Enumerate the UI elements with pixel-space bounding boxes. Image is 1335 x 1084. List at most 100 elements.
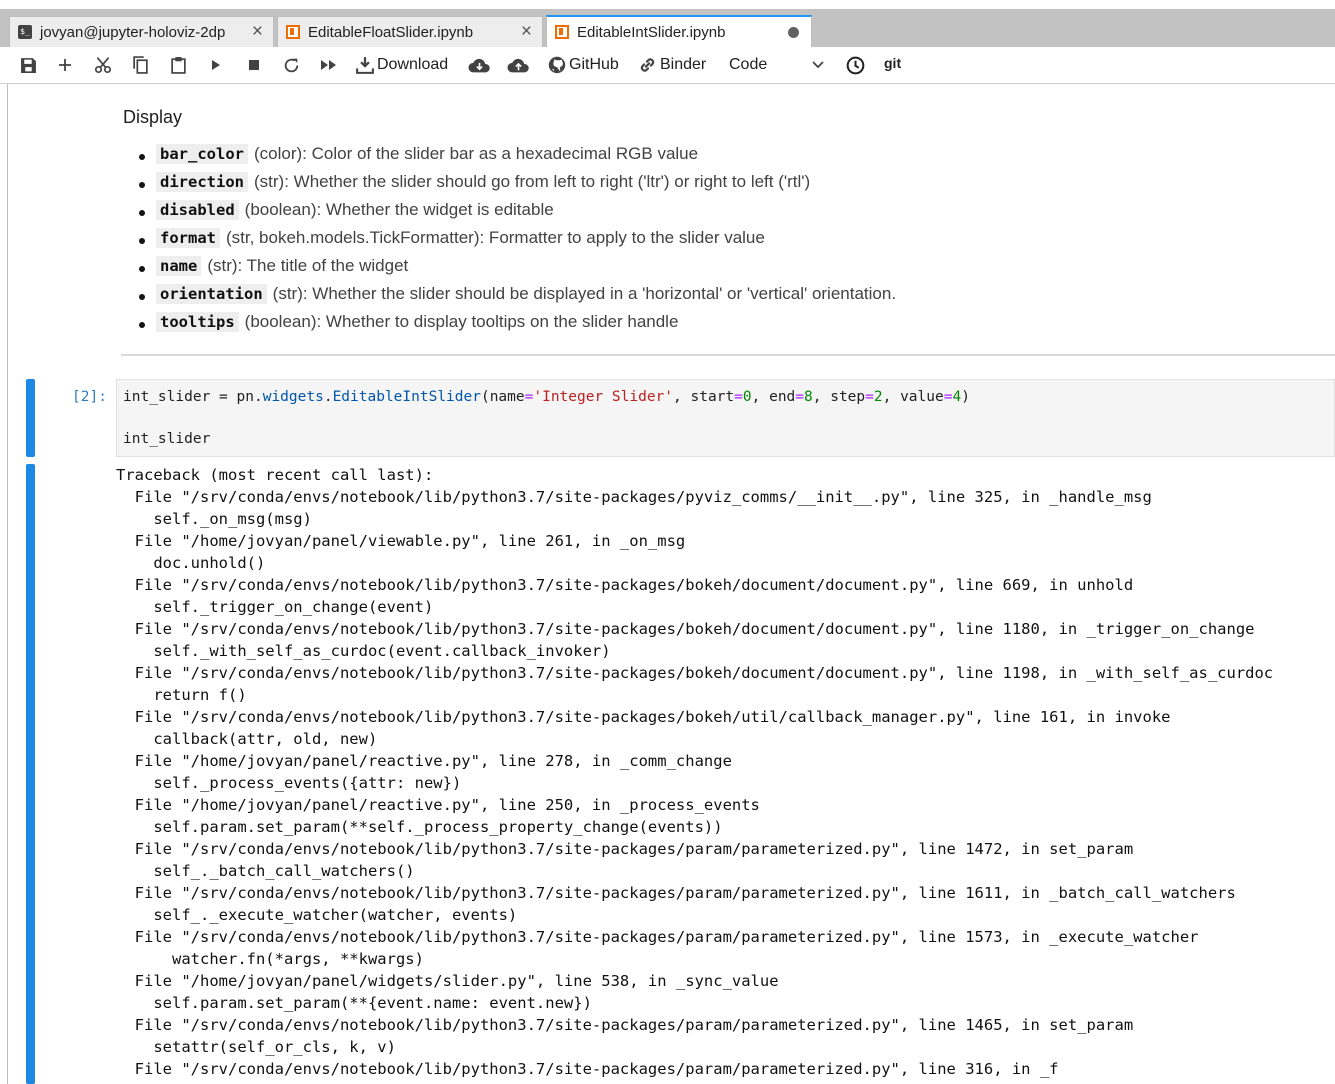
cloud-download-button[interactable]	[468, 54, 491, 76]
paste-button[interactable]	[170, 54, 187, 76]
traceback-line: File "/srv/conda/envs/notebook/lib/pytho…	[116, 1016, 1134, 1034]
tab-label: jovyan@jupyter-holoviz-2dp	[40, 24, 226, 41]
clipboard-icon	[171, 57, 186, 74]
param-description: (color): Color of the slider bar as a he…	[254, 144, 699, 163]
param-description: (boolean): Whether to display tooltips o…	[244, 312, 679, 331]
notebook-toolbar: Download GitHub Binder Code git	[0, 47, 1335, 84]
markdown-parameter-list: bar_color (color): Color of the slider ba…	[137, 144, 896, 340]
traceback-line: File "/home/jovyan/panel/widgets/slider.…	[116, 972, 779, 990]
traceback-line: File "/srv/conda/envs/notebook/lib/pytho…	[116, 664, 1274, 682]
traceback-line: File "/home/jovyan/panel/reactive.py", l…	[116, 752, 732, 770]
markdown-heading: Display	[123, 107, 183, 127]
fast-forward-icon	[321, 60, 336, 70]
terminal-icon: $_	[18, 25, 32, 39]
traceback-line: self._on_msg(msg)	[116, 510, 312, 528]
cloud-upload-button[interactable]	[507, 54, 530, 76]
play-icon	[212, 60, 220, 70]
download-icon	[356, 57, 374, 74]
traceback-line: watcher.fn(*args, **kwargs)	[116, 950, 424, 968]
output-collapser[interactable]	[26, 464, 35, 1084]
tab-editable-int-slider[interactable]: EditableIntSlider.ipynb	[546, 15, 812, 48]
traceback-line: File "/home/jovyan/panel/viewable.py", l…	[116, 532, 686, 550]
tab-label: EditableIntSlider.ipynb	[577, 24, 726, 41]
save-button[interactable]	[20, 54, 37, 76]
git-button[interactable]: git	[884, 54, 901, 76]
param-name: orientation	[156, 284, 267, 304]
list-item: bar_color (color): Color of the slider ba…	[137, 144, 896, 172]
param-name: bar_color	[156, 144, 248, 164]
cut-button[interactable]	[94, 54, 112, 76]
github-label: GitHub	[569, 56, 619, 73]
traceback-line: self._process_events({attr: new})	[116, 774, 462, 792]
run-button[interactable]	[210, 54, 222, 76]
param-description: (boolean): Whether the widget is editabl…	[244, 200, 554, 219]
traceback-line: File "/srv/conda/envs/notebook/lib/pytho…	[116, 1060, 1059, 1078]
tab-bar: $_ jovyan@jupyter-holoviz-2dp × Editable…	[0, 9, 1335, 48]
traceback-line: File "/srv/conda/envs/notebook/lib/pytho…	[116, 708, 1171, 726]
traceback-line: setattr(self_or_cls, k, v)	[116, 1038, 396, 1056]
code-line-2: int_slider	[123, 431, 211, 447]
notebook-icon	[555, 25, 569, 39]
traceback-line: File "/srv/conda/envs/notebook/lib/pytho…	[116, 488, 1152, 506]
copy-icon	[133, 56, 148, 74]
param-name: direction	[156, 172, 248, 192]
traceback-line: self.param.set_param(**{event.name: even…	[116, 994, 592, 1012]
git-label: git	[884, 55, 902, 71]
traceback-line: File "/srv/conda/envs/notebook/lib/pytho…	[116, 620, 1255, 638]
input-prompt: [2]:	[72, 389, 107, 405]
traceback-line: File "/srv/conda/envs/notebook/lib/pytho…	[116, 576, 1134, 594]
traceback-line: return f()	[116, 686, 247, 704]
tab-label: EditableFloatSlider.ipynb	[308, 24, 474, 41]
param-name: name	[156, 256, 202, 276]
unsaved-dot-icon[interactable]	[788, 27, 799, 38]
traceback-line: doc.unhold()	[116, 554, 266, 572]
param-name: tooltips	[156, 312, 239, 332]
traceback-line: self.param.set_param(**self._process_pro…	[116, 818, 723, 836]
github-icon	[548, 56, 566, 74]
param-description: (str): Whether the slider should go from…	[254, 172, 811, 191]
param-description: (str, bokeh.models.TickFormatter): Forma…	[226, 228, 765, 247]
input-collapser[interactable]	[26, 379, 35, 457]
notebook-icon	[286, 25, 300, 39]
cloud-upload-icon	[507, 58, 529, 73]
param-name: format	[156, 228, 220, 248]
binder-label: Binder	[660, 56, 707, 73]
traceback-line: Traceback (most recent call last):	[116, 466, 434, 484]
list-item: name (str): The title of the widget	[137, 256, 896, 284]
traceback-output: Traceback (most recent call last): File …	[116, 464, 1335, 1080]
close-icon[interactable]: ×	[521, 21, 532, 43]
clock-icon	[846, 56, 865, 74]
traceback-line: File "/srv/conda/envs/notebook/lib/pytho…	[116, 928, 1199, 946]
download-button[interactable]: Download	[356, 54, 448, 76]
traceback-line: self_._execute_watcher(watcher, events)	[116, 906, 518, 924]
github-button[interactable]: GitHub	[548, 54, 619, 76]
traceback-line: File "/srv/conda/envs/notebook/lib/pytho…	[116, 884, 1236, 902]
tab-editable-float-slider[interactable]: EditableFloatSlider.ipynb ×	[277, 16, 543, 47]
list-item: tooltips (boolean): Whether to display to…	[137, 312, 896, 340]
tab-terminal[interactable]: $_ jovyan@jupyter-holoviz-2dp ×	[9, 16, 274, 47]
code-line-1: int_slider = pn.widgets.EditableIntSlide…	[123, 389, 970, 405]
traceback-line: File "/home/jovyan/panel/reactive.py", l…	[116, 796, 760, 814]
list-item: format (str, bokeh.models.TickFormatter):…	[137, 228, 896, 256]
traceback-line: self._with_self_as_curdoc(event.callback…	[116, 642, 611, 660]
code-cell-editor[interactable]: int_slider = pn.widgets.EditableIntSlide…	[116, 379, 1335, 457]
insert-cell-button[interactable]	[57, 54, 73, 76]
restart-button[interactable]	[283, 54, 300, 76]
execution-time-button[interactable]	[846, 54, 865, 76]
binder-button[interactable]: Binder	[638, 54, 706, 76]
chevron-down-icon	[812, 61, 824, 69]
list-item: orientation (str): Whether the slider sho…	[137, 284, 896, 312]
traceback-line: self_._batch_call_watchers()	[116, 862, 415, 880]
interrupt-button[interactable]	[248, 54, 260, 76]
param-description: (str): The title of the widget	[207, 256, 409, 275]
traceback-line: callback(attr, old, new)	[116, 730, 378, 748]
copy-button[interactable]	[132, 54, 149, 76]
param-description: (str): Whether the slider should be disp…	[272, 284, 897, 303]
cell-type-select[interactable]: Code	[729, 54, 829, 76]
link-icon	[640, 58, 655, 72]
window-top-strip	[0, 0, 1335, 9]
close-icon[interactable]: ×	[252, 21, 263, 43]
restart-run-all-button[interactable]	[320, 54, 337, 76]
scissors-icon	[94, 57, 112, 74]
cloud-download-icon	[468, 58, 490, 73]
